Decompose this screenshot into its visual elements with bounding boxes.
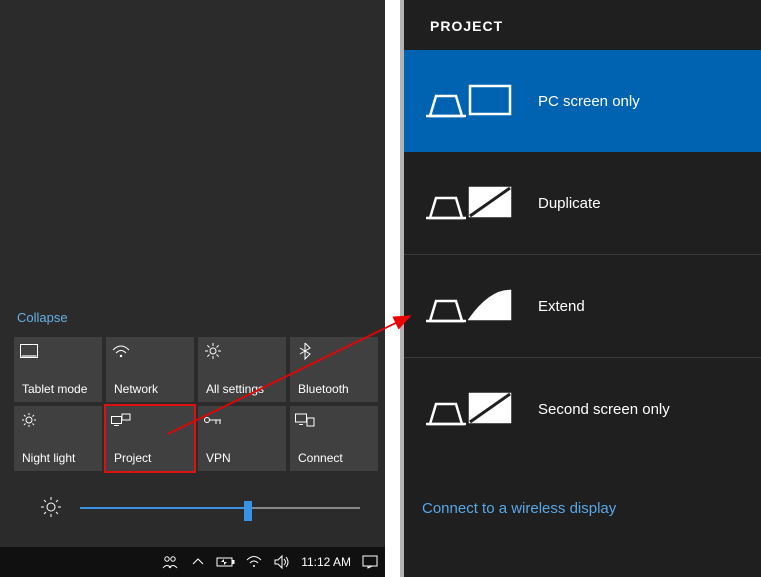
brightness-slider[interactable] [80, 507, 360, 509]
tile-network[interactable]: Network [106, 337, 194, 402]
project-option-label: PC screen only [538, 93, 640, 110]
tray-chevron-icon[interactable] [189, 557, 207, 567]
tile-vpn[interactable]: VPN [198, 406, 286, 471]
sun-icon [20, 412, 38, 428]
tile-bluetooth[interactable]: Bluetooth [290, 337, 378, 402]
project-option-label: Second screen only [538, 401, 670, 418]
project-option-second-screen-only[interactable]: Second screen only [404, 358, 761, 460]
bluetooth-icon [296, 343, 314, 359]
project-option-pc-screen-only[interactable]: PC screen only [404, 50, 761, 152]
tile-label: Tablet mode [22, 382, 87, 396]
wifi-tray-icon[interactable] [245, 556, 263, 568]
connect-icon [296, 412, 314, 428]
second-screen-only-icon [422, 384, 516, 434]
tile-label: VPN [206, 451, 231, 465]
connect-wireless-display-link[interactable]: Connect to a wireless display [422, 500, 616, 517]
tile-all-settings[interactable]: All settings [198, 337, 286, 402]
vpn-icon [204, 412, 222, 428]
project-option-label: Duplicate [538, 195, 601, 212]
tile-label: Bluetooth [298, 382, 349, 396]
tile-label: All settings [206, 382, 264, 396]
volume-tray-icon[interactable] [273, 555, 291, 569]
project-panel: PROJECT PC screen only Duplicate [400, 0, 761, 577]
tile-project[interactable]: Project [106, 406, 194, 471]
wifi-icon [112, 343, 130, 359]
panel-divider [385, 0, 400, 577]
project-option-duplicate[interactable]: Duplicate [404, 152, 761, 255]
project-small-icon [112, 412, 130, 428]
brightness-slider-row [40, 488, 360, 528]
quick-action-tiles: Tablet mode Network All settings Bluetoo… [14, 337, 378, 471]
tile-label: Connect [298, 451, 343, 465]
tile-tablet-mode[interactable]: Tablet mode [14, 337, 102, 402]
project-panel-title: PROJECT [404, 0, 761, 50]
collapse-link[interactable]: Collapse [17, 310, 68, 325]
brightness-slider-knob[interactable] [244, 501, 252, 521]
power-tray-icon[interactable] [217, 556, 235, 568]
pc-screen-only-icon [422, 76, 516, 126]
project-option-extend[interactable]: Extend [404, 255, 761, 358]
taskbar-clock[interactable]: 11:12 AM [301, 555, 351, 569]
brightness-slider-fill [80, 507, 248, 509]
notifications-tray-icon[interactable] [361, 555, 379, 569]
brightness-icon [40, 496, 68, 521]
tile-label: Night light [22, 451, 75, 465]
action-center-panel: Collapse Tablet mode Network All setting… [0, 0, 385, 577]
gear-icon [204, 343, 222, 359]
tile-connect[interactable]: Connect [290, 406, 378, 471]
tile-label: Network [114, 382, 158, 396]
tile-night-light[interactable]: Night light [14, 406, 102, 471]
tile-label: Project [114, 451, 151, 465]
tablet-icon [20, 343, 38, 359]
duplicate-icon [422, 178, 516, 228]
extend-icon [422, 281, 516, 331]
people-tray-icon[interactable] [161, 555, 179, 569]
project-option-label: Extend [538, 298, 585, 315]
taskbar: 11:12 AM [0, 547, 385, 577]
